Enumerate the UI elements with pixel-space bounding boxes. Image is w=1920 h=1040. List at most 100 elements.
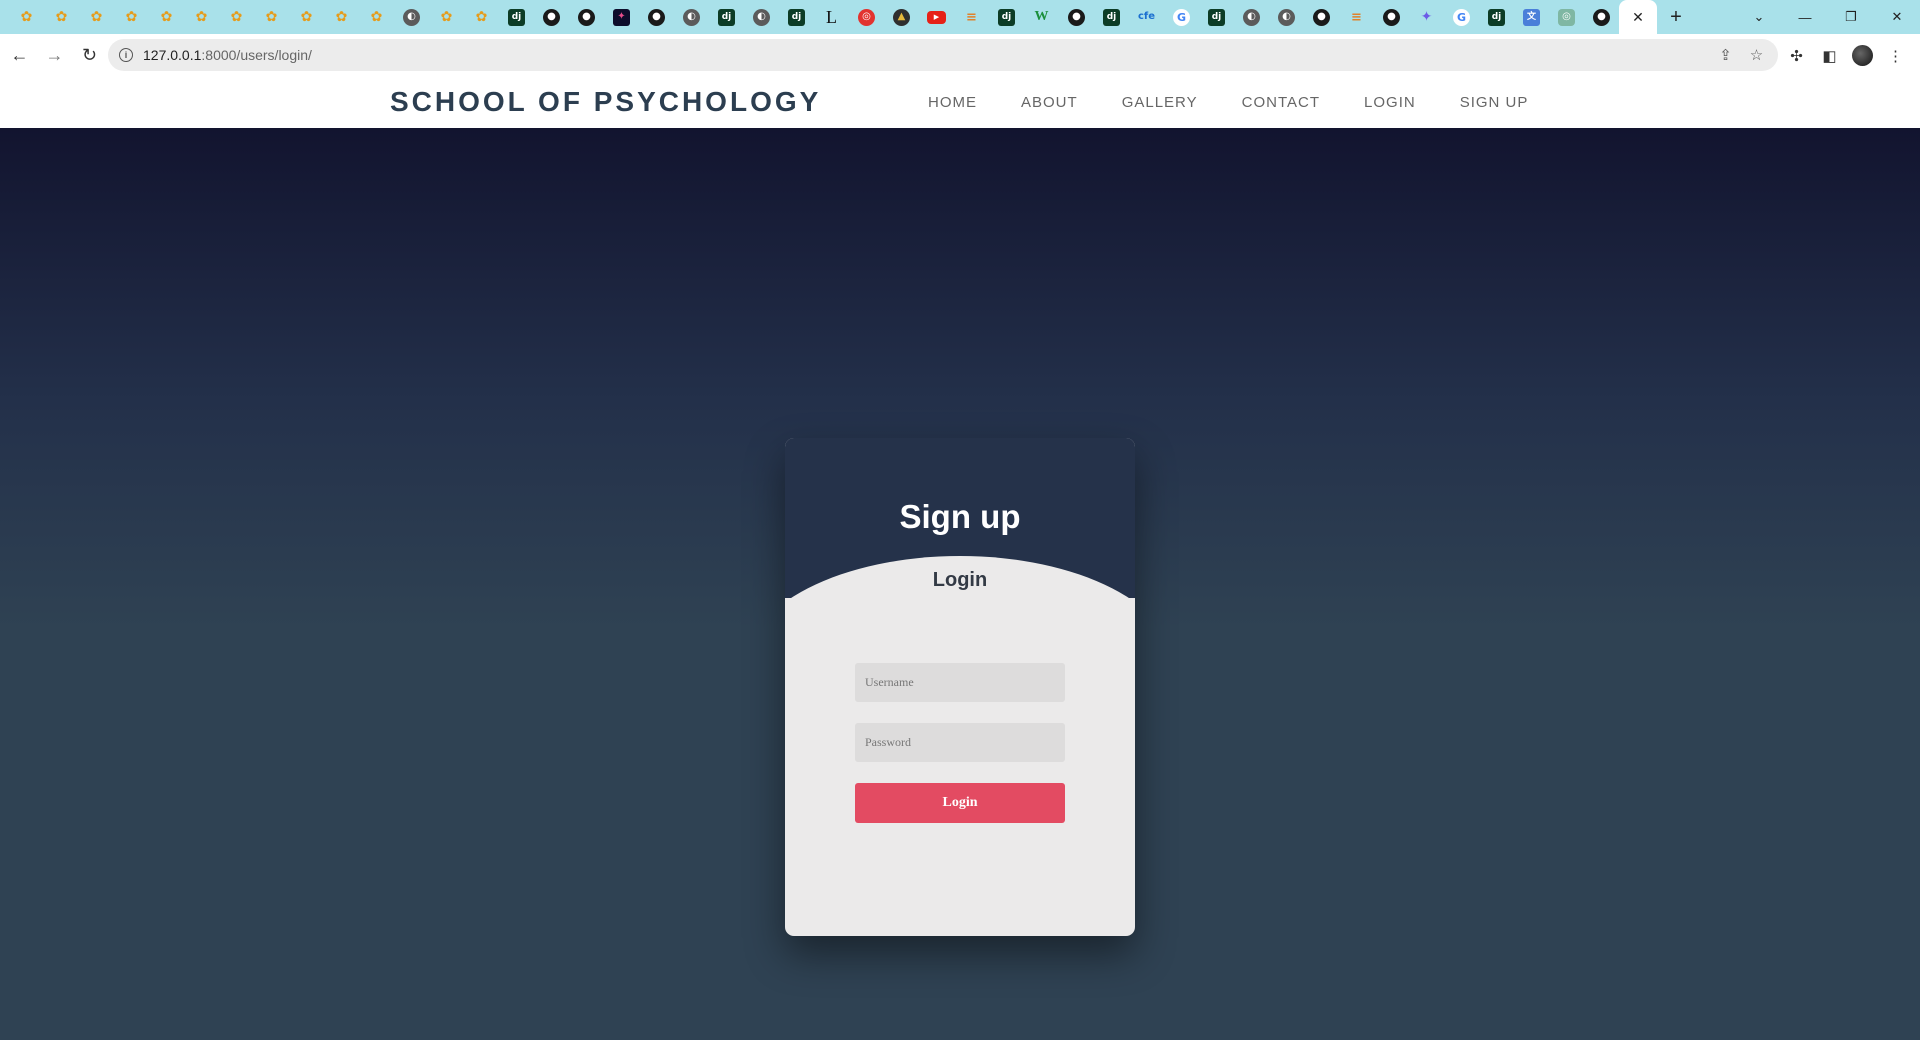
browser-tab[interactable]: ◎ (1549, 0, 1584, 34)
cfe-icon: cfe (1137, 11, 1156, 22)
browser-tab[interactable]: ✿ (359, 0, 394, 34)
browser-tab[interactable]: ✿ (184, 0, 219, 34)
browser-tab[interactable]: ✿ (429, 0, 464, 34)
minimize-icon[interactable]: — (1782, 0, 1828, 34)
forward-arrow-icon[interactable]: → (39, 40, 70, 71)
url-host: 127.0.0.1 (143, 47, 202, 63)
django-icon: dj (1103, 8, 1120, 26)
browser-tab[interactable]: ◐ (744, 0, 779, 34)
browser-tab[interactable]: cfe (1129, 0, 1164, 34)
owl-icon: ✿ (475, 9, 488, 25)
active-tab[interactable]: ✕ (1619, 0, 1657, 34)
username-input[interactable] (855, 663, 1065, 702)
browser-tab[interactable]: ◐ (1269, 0, 1304, 34)
globe-icon: ◐ (1278, 8, 1295, 26)
browser-tab[interactable]: ● (639, 0, 674, 34)
browser-tab[interactable]: ● (1059, 0, 1094, 34)
browser-tab[interactable]: ▲ (884, 0, 919, 34)
nav-about[interactable]: ABOUT (1021, 94, 1078, 111)
owl-icon: ✿ (300, 9, 313, 25)
google-icon: G (1173, 8, 1190, 26)
url-path: :8000/users/login/ (201, 47, 312, 63)
owl-icon: ✿ (160, 9, 173, 25)
browser-tab[interactable]: ◐ (1234, 0, 1269, 34)
profile-avatar[interactable] (1852, 45, 1873, 66)
owl-icon: ✿ (55, 9, 68, 25)
nav-gallery[interactable]: GALLERY (1122, 94, 1198, 111)
url-input[interactable]: i 127.0.0.1:8000/users/login/ ⇪ ☆ (108, 39, 1778, 71)
browser-tab[interactable]: ✿ (114, 0, 149, 34)
omnibox-actions: ⇪ ☆ (1710, 39, 1772, 71)
bookmark-star-icon[interactable]: ☆ (1741, 46, 1772, 64)
owl-icon: ✿ (20, 9, 33, 25)
owl-icon: ✿ (125, 9, 138, 25)
browser-tab[interactable]: dj (1199, 0, 1234, 34)
menu-kebab-icon[interactable]: ⋮ (1879, 47, 1912, 65)
browser-tab[interactable]: 文 (1514, 0, 1549, 34)
browser-tab[interactable]: ● (1584, 0, 1619, 34)
new-tab-button[interactable]: + (1657, 0, 1695, 34)
nav-sign-up[interactable]: SIGN UP (1460, 94, 1529, 111)
browser-tab[interactable]: G (1164, 0, 1199, 34)
site-brand[interactable]: SCHOOL OF PSYCHOLOGY (390, 86, 821, 118)
main-nav: HOME ABOUT GALLERY CONTACT LOGIN SIGN UP (928, 77, 1572, 128)
browser-tab[interactable]: ✦ (604, 0, 639, 34)
nav-contact[interactable]: CONTACT (1242, 94, 1320, 111)
browser-tab[interactable]: dj (499, 0, 534, 34)
django-icon: dj (718, 8, 735, 26)
site-header: SCHOOL OF PSYCHOLOGY HOME ABOUT GALLERY … (0, 77, 1920, 128)
card-subtitle[interactable]: Login (785, 569, 1135, 592)
browser-tab[interactable]: ✿ (219, 0, 254, 34)
browser-tab[interactable]: dj (989, 0, 1024, 34)
url-text: 127.0.0.1:8000/users/login/ (143, 47, 312, 63)
browser-tab[interactable]: G (1444, 0, 1479, 34)
owl-icon: ✿ (335, 9, 348, 25)
browser-tab[interactable]: dj (779, 0, 814, 34)
browser-tab[interactable]: ✿ (324, 0, 359, 34)
browser-tab[interactable]: ◐ (674, 0, 709, 34)
card-title[interactable]: Sign up (785, 498, 1135, 536)
browser-tab[interactable]: dj (1094, 0, 1129, 34)
browser-tab[interactable]: ◐ (394, 0, 429, 34)
nav-home[interactable]: HOME (928, 94, 977, 111)
browser-tab[interactable]: ✦ (1409, 0, 1444, 34)
browser-tab[interactable]: ≡ (954, 0, 989, 34)
browser-tab[interactable]: ● (1374, 0, 1409, 34)
close-window-icon[interactable]: ✕ (1874, 0, 1920, 34)
browser-tab[interactable]: W (1024, 0, 1059, 34)
share-icon[interactable]: ⇪ (1710, 46, 1741, 64)
browser-tab[interactable]: ✿ (254, 0, 289, 34)
restore-icon[interactable]: ❐ (1828, 0, 1874, 34)
site-info-icon[interactable]: i (119, 48, 133, 62)
browser-tab[interactable]: ◎ (849, 0, 884, 34)
browser-tab[interactable]: ● (569, 0, 604, 34)
browser-tab[interactable]: ✿ (79, 0, 114, 34)
globe-icon: ◐ (683, 8, 700, 26)
side-panel-icon[interactable]: ◧ (1813, 47, 1846, 65)
youtube-icon: ▶ (927, 10, 946, 24)
globe-icon: ◐ (753, 8, 770, 26)
browser-tab[interactable]: ✿ (289, 0, 324, 34)
browser-tab[interactable]: ✿ (9, 0, 44, 34)
browser-tab[interactable]: ✿ (44, 0, 79, 34)
auth-card: Sign up Login Login (785, 438, 1135, 936)
close-tab-icon[interactable]: ✕ (1632, 9, 1644, 26)
extensions-puzzle-icon[interactable]: ✣ (1780, 47, 1813, 65)
browser-tab[interactable]: ▶ (919, 0, 954, 34)
browser-tab[interactable]: ≡ (1339, 0, 1374, 34)
browser-tab[interactable]: ✿ (149, 0, 184, 34)
browser-tab[interactable]: L (814, 0, 849, 34)
reload-icon[interactable]: ↻ (74, 40, 105, 71)
browser-tab[interactable]: ● (1304, 0, 1339, 34)
password-input[interactable] (855, 723, 1065, 762)
back-arrow-icon[interactable]: ← (4, 40, 35, 71)
tab-search-icon[interactable]: ⌄ (1736, 0, 1782, 34)
browser-tab[interactable]: ✿ (464, 0, 499, 34)
browser-tab[interactable]: dj (709, 0, 744, 34)
nav-login[interactable]: LOGIN (1364, 94, 1416, 111)
browser-tab[interactable]: dj (1479, 0, 1514, 34)
browser-tab[interactable]: ● (534, 0, 569, 34)
tab-strip: ✿ ✿ ✿ ✿ ✿ ✿ ✿ ✿ ✿ ✿ ✿ ◐ ✿ ✿ dj ● ● ✦ ● ◐ dj ◐ dj L ◎ ▲ ▶ ≡ dj W ● dj cfe… (0, 0, 1695, 34)
login-button[interactable]: Login (855, 783, 1065, 823)
github-icon: ● (1068, 8, 1085, 26)
